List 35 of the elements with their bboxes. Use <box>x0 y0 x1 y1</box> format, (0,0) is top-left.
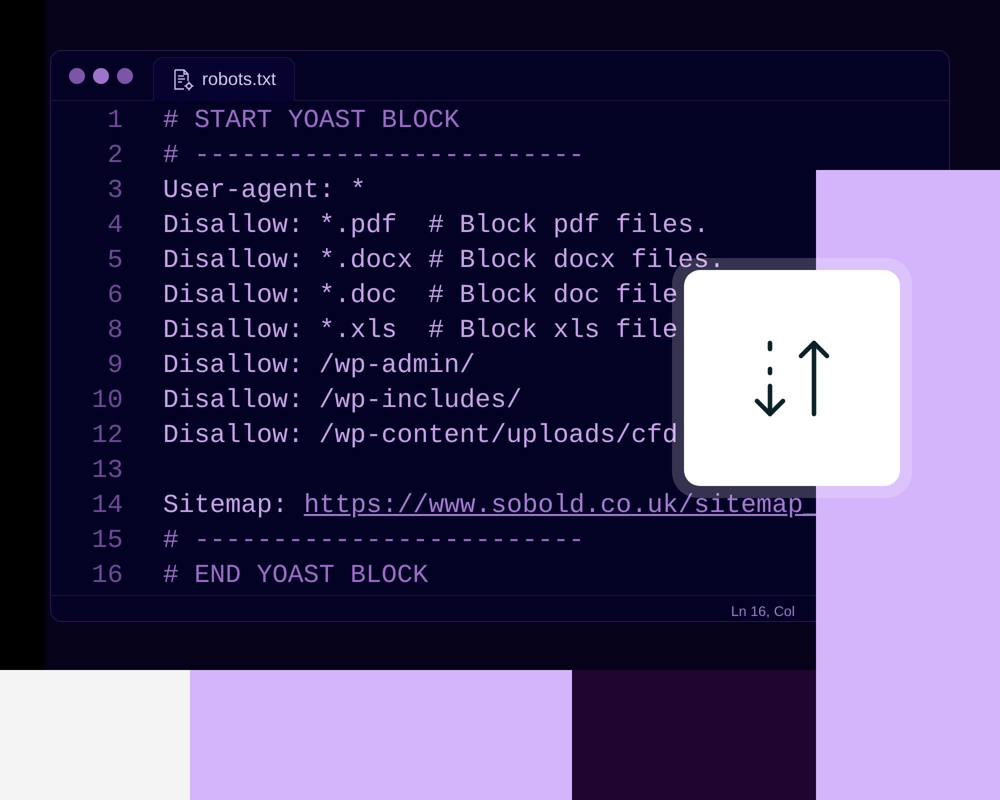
line-number: 4 <box>106 209 123 242</box>
sort-arrows-icon <box>753 339 831 417</box>
document-gear-icon <box>172 68 194 90</box>
code-line: Sitemap: <box>163 489 288 522</box>
file-tab[interactable]: robots.txt <box>153 57 296 101</box>
line-number: 2 <box>106 139 123 172</box>
code-line: Disallow: /wp-content/uploads/cfd <box>163 419 678 452</box>
line-number: 16 <box>90 559 123 592</box>
line-number: 5 <box>106 244 123 277</box>
line-number: 1 <box>106 104 123 137</box>
line-number: 12 <box>90 419 123 452</box>
code-line: Disallow: *.xls # Block xls file <box>163 314 678 347</box>
code-line: User-agent: * <box>163 174 366 207</box>
line-number: 3 <box>106 174 123 207</box>
window-button[interactable] <box>93 68 109 84</box>
line-number: 14 <box>90 489 123 522</box>
sitemap-link[interactable]: https://www.sobold.co.uk/sitemap_ <box>304 488 819 523</box>
code-line: Disallow: /wp-admin/ <box>163 349 476 382</box>
window-button[interactable] <box>69 68 85 84</box>
line-number: 6 <box>106 279 123 312</box>
line-number: 13 <box>90 454 123 487</box>
cursor-position: Ln 16, Col <box>731 603 795 619</box>
window-button[interactable] <box>117 68 133 84</box>
code-line: Disallow: *.docx # Block docx files. <box>163 244 725 277</box>
line-number: 8 <box>106 314 123 347</box>
code-line: Disallow: *.doc # Block doc file <box>163 279 678 312</box>
line-number: 9 <box>106 349 123 382</box>
code-line: # START YOAST BLOCK <box>163 104 460 137</box>
code-line: # END YOAST BLOCK <box>163 559 428 592</box>
code-line: # ------------------------- <box>163 524 584 557</box>
code-line: Disallow: /wp-includes/ <box>163 384 522 417</box>
code-line: # ------------------------- <box>163 139 584 172</box>
line-number: 15 <box>90 524 123 557</box>
line-number: 10 <box>90 384 123 417</box>
code-line: Disallow: *.pdf # Block pdf files. <box>163 209 710 242</box>
